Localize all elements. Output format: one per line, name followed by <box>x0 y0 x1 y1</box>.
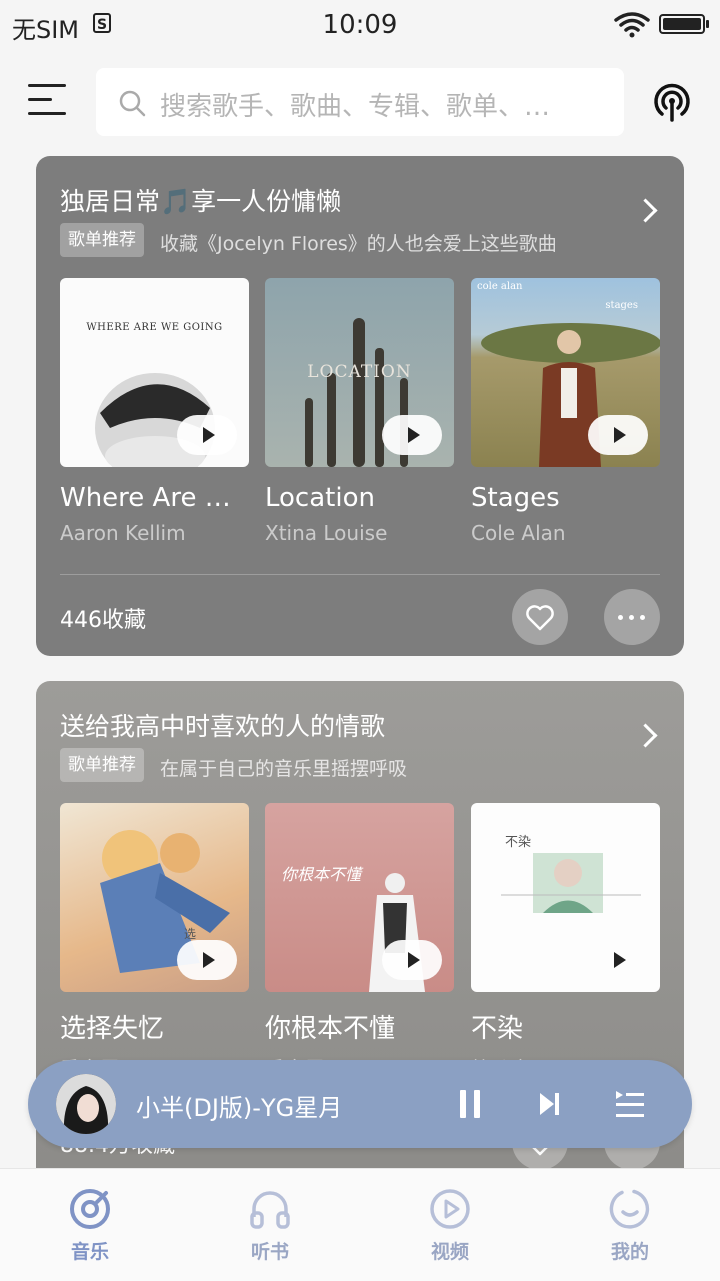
podcast-icon[interactable] <box>650 80 694 124</box>
search-input[interactable]: 搜索歌手、歌曲、专辑、歌单、… <box>96 68 624 136</box>
bottom-tab-bar: 音乐 听书 视频 我的 <box>0 1168 720 1281</box>
tab-label: 听书 <box>250 1241 289 1263</box>
cover-text: WHERE ARE WE GOING <box>86 322 223 333</box>
album-name: Stages <box>471 483 560 513</box>
playlist-tag: 歌单推荐 <box>60 223 144 257</box>
header: 搜索歌手、歌曲、专辑、歌单、… <box>0 68 720 136</box>
album-item[interactable]: 选 选择失忆 季彦霖 <box>60 803 249 1082</box>
card-title: 独居日常🎵享一人份慵懒 <box>60 187 342 216</box>
now-playing-title[interactable]: 小半(DJ版)-YG星月 <box>136 1088 342 1123</box>
album-name: Where Are We Going <box>60 483 249 513</box>
album-artist: Xtina Louise <box>265 521 388 545</box>
profile-smile-icon <box>609 1189 650 1229</box>
pause-button[interactable] <box>458 1090 482 1118</box>
battery-icon <box>659 14 709 34</box>
album-cover[interactable]: cole alan stages <box>471 278 660 467</box>
play-button[interactable] <box>177 415 237 455</box>
cover-text: 不染 <box>505 835 532 850</box>
album-cover[interactable]: 你根本不懂 <box>265 803 454 992</box>
chevron-right-icon[interactable] <box>633 198 658 223</box>
music-disc-icon <box>70 1189 110 1229</box>
mini-player[interactable]: 小半(DJ版)-YG星月 <box>28 1060 692 1148</box>
album-cover[interactable]: WHERE ARE WE GOING <box>60 278 249 467</box>
search-icon <box>119 90 146 117</box>
cover-text: stages <box>605 300 638 311</box>
now-playing-cover[interactable] <box>56 1074 116 1134</box>
tab-audiobook[interactable]: 听书 <box>210 1187 330 1264</box>
play-button[interactable] <box>382 940 442 980</box>
chevron-right-icon[interactable] <box>633 723 658 748</box>
play-button[interactable] <box>382 415 442 455</box>
tab-label: 音乐 <box>70 1241 109 1263</box>
album-name: Location <box>265 483 375 513</box>
card-title: 送给我高中时喜欢的人的情歌 <box>60 712 386 741</box>
favorite-button[interactable] <box>512 589 568 645</box>
tab-label: 视频 <box>430 1241 469 1263</box>
next-button[interactable] <box>538 1090 562 1118</box>
album-cover[interactable]: 不染 <box>471 803 660 992</box>
play-button[interactable] <box>177 940 237 980</box>
search-placeholder: 搜索歌手、歌曲、专辑、歌单、… <box>160 92 551 122</box>
wifi-icon <box>614 12 650 38</box>
tab-video[interactable]: 视频 <box>390 1187 510 1264</box>
playlist-icon <box>616 1091 644 1117</box>
heart-icon <box>526 605 554 631</box>
cover-text: 你根本不懂 <box>281 865 362 884</box>
tab-label: 我的 <box>610 1241 649 1263</box>
play-button[interactable] <box>588 940 648 980</box>
play-button[interactable] <box>588 415 648 455</box>
tab-music[interactable]: 音乐 <box>30 1187 150 1264</box>
playlist-card[interactable]: 独居日常🎵享一人份慵懒 歌单推荐 收藏《Jocelyn Flores》的人也会爱… <box>36 156 684 656</box>
album-name: 选择失忆 <box>60 1014 165 1044</box>
cover-text: cole alan <box>477 281 523 292</box>
menu-icon[interactable] <box>28 84 66 120</box>
skip-next-icon <box>540 1093 559 1115</box>
album-cover[interactable]: LOCATION <box>265 278 454 467</box>
album-cover[interactable]: 选 <box>60 803 249 992</box>
album-item[interactable]: 你根本不懂 你根本不懂 季彦霖 <box>265 803 454 1082</box>
cover-text: LOCATION <box>307 362 412 382</box>
collect-count: 446收藏 <box>60 608 146 633</box>
playlist-tag: 歌单推荐 <box>60 748 144 782</box>
divider <box>60 574 660 575</box>
album-item[interactable]: WHERE ARE WE GOING Where Are We Going Aa… <box>60 278 249 545</box>
album-item[interactable]: LOCATION Location Xtina Louise <box>265 278 454 545</box>
tab-mine[interactable]: 我的 <box>570 1187 690 1264</box>
card-subtitle: 收藏《Jocelyn Flores》的人也会爱上这些歌曲 <box>160 233 557 255</box>
album-artist: Aaron Kellim <box>60 521 186 545</box>
album-item[interactable]: cole alan stages Stages Cole Alan <box>471 278 660 545</box>
album-item[interactable]: 不染 不染 简弘亦 <box>471 803 660 1082</box>
more-button[interactable] <box>604 589 660 645</box>
playlist-button[interactable] <box>614 1088 646 1120</box>
card-subtitle: 在属于自己的音乐里摇摆呼吸 <box>160 758 408 780</box>
video-play-icon <box>430 1189 470 1229</box>
album-artist: Cole Alan <box>471 521 566 545</box>
album-name: 你根本不懂 <box>265 1014 396 1044</box>
album-name: 不染 <box>471 1014 524 1044</box>
clock: 10:09 <box>322 10 398 40</box>
headphones-icon <box>250 1191 290 1229</box>
status-bar: 无SIM S 10:09 <box>0 0 720 50</box>
